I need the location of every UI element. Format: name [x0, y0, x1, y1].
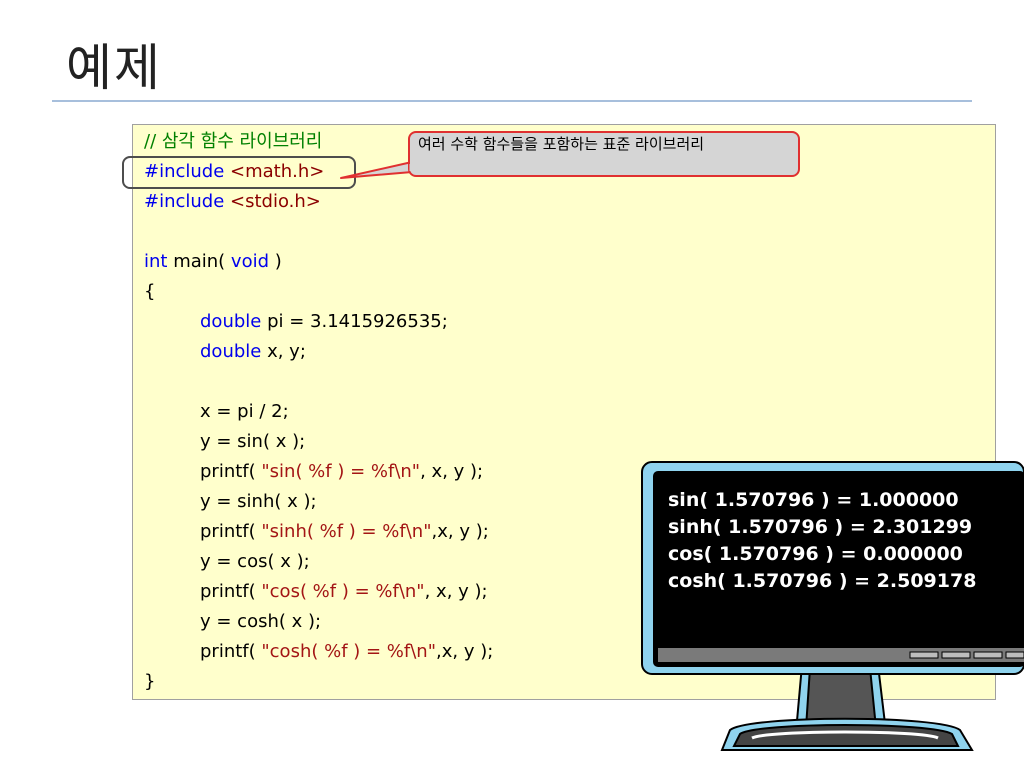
- decl-pi-rest: pi = 3.1415926535;: [261, 311, 448, 332]
- code-line-open-brace: {: [144, 281, 156, 302]
- keyword-void: void: [230, 251, 270, 272]
- slide-title: 예제: [66, 39, 162, 97]
- code-line-printf-sinh: printf( "sinh( %f ) = %f\n",x, y );: [144, 517, 493, 547]
- format-string: "sin( %f ) = %f\n": [261, 461, 421, 482]
- output-line-sin: sin( 1.570796 ) = 1.000000: [668, 489, 959, 511]
- code-line-close-brace: }: [144, 671, 156, 692]
- decl-xy-rest: x, y;: [261, 341, 306, 362]
- printf-call: printf(: [200, 641, 262, 662]
- printf-args: ,x, y );: [431, 521, 489, 542]
- code-line-sin: y = sin( x );: [200, 431, 306, 452]
- code-line-decl-xy: double x, y;: [144, 337, 493, 367]
- title-divider: [52, 100, 972, 102]
- format-string: "cosh( %f ) = %f\n": [261, 641, 436, 662]
- code-line-assign-x: x = pi / 2;: [200, 401, 289, 422]
- include-header-stdio: <stdio.h>: [230, 191, 321, 212]
- keyword-int: int: [144, 251, 168, 272]
- printf-call: printf(: [200, 581, 262, 602]
- monitor-stand: [720, 664, 974, 751]
- callout-box: 여러 수학 함수들을 포함하는 표준 라이브러리: [408, 131, 800, 177]
- format-string: "sinh( %f ) = %f\n": [261, 521, 432, 542]
- output-line-sinh: sinh( 1.570796 ) = 2.301299: [668, 516, 973, 538]
- code-comment: // 삼각 함수 라이브러리: [144, 131, 323, 152]
- output-line-cosh: cosh( 1.570796 ) = 2.509178: [668, 570, 977, 592]
- code-line-printf-sin: printf( "sin( %f ) = %f\n", x, y );: [144, 457, 493, 487]
- program-output: sin( 1.570796 ) = 1.000000 sinh( 1.57079…: [668, 487, 976, 595]
- main-close: ): [269, 251, 282, 272]
- code-line-sinh: y = sinh( x );: [200, 491, 317, 512]
- code-line-blank: [144, 367, 493, 397]
- code-line-cos: y = cos( x );: [200, 551, 310, 572]
- keyword-double: double: [200, 341, 262, 362]
- printf-call: printf(: [200, 521, 262, 542]
- code-line-printf-cosh: printf( "cosh( %f ) = %f\n",x, y );: [144, 637, 493, 667]
- code-line-cosh: y = cosh( x );: [200, 611, 322, 632]
- printf-args: , x, y );: [424, 581, 488, 602]
- code-lines: // 삼각 함수 라이브러리 #include <math.h> #includ…: [144, 127, 493, 697]
- printf-args: , x, y );: [420, 461, 484, 482]
- code-line-blank: [144, 217, 493, 247]
- include-directive: #include: [144, 191, 225, 212]
- code-line-printf-cos: printf( "cos( %f ) = %f\n", x, y );: [144, 577, 493, 607]
- include-highlight-box: [122, 156, 356, 189]
- code-line-decl-pi: double pi = 3.1415926535;: [144, 307, 493, 337]
- callout-text: 여러 수학 함수들을 포함하는 표준 라이브러리: [418, 135, 705, 153]
- code-line-include-stdio: #include <stdio.h>: [144, 187, 493, 217]
- keyword-double: double: [200, 311, 262, 332]
- printf-call: printf(: [200, 461, 262, 482]
- main-name: main(: [167, 251, 231, 272]
- output-line-cos: cos( 1.570796 ) = 0.000000: [668, 543, 963, 565]
- format-string: "cos( %f ) = %f\n": [261, 581, 425, 602]
- code-line-main: int main( void ): [144, 247, 493, 277]
- printf-args: ,x, y );: [436, 641, 494, 662]
